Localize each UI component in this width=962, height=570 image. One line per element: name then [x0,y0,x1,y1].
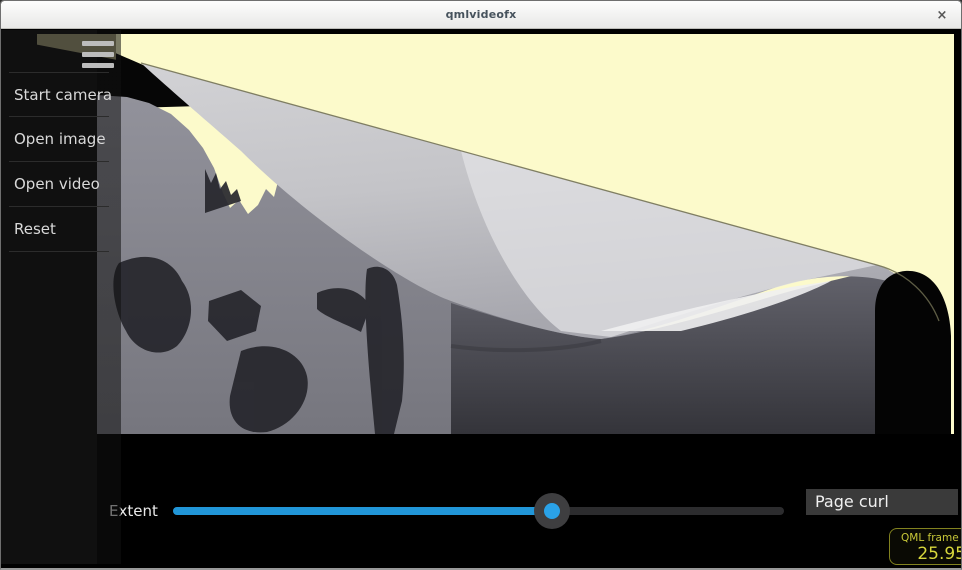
slider-handle-dot [544,503,560,519]
menu-icon-bar [82,52,114,57]
menu-icon-bar [82,63,114,68]
close-icon[interactable]: × [933,6,951,24]
menu-list: Start camera Open image Open video Reset [9,72,109,252]
menu-item-start-camera[interactable]: Start camera [9,72,109,117]
menu-item-label: Reset [9,220,56,238]
extent-slider[interactable] [173,493,784,529]
menu-item-label: Start camera [9,86,112,104]
frame-rate-badge: QML frame r... 25.95 [889,528,962,565]
menu-item-open-image[interactable]: Open image [9,117,109,162]
menu-icon[interactable] [82,41,114,74]
menu-item-open-video[interactable]: Open video [9,162,109,207]
frame-rate-label: QML frame r... [901,532,962,544]
sidebar-menu: Start camera Open image Open video Reset [1,30,121,564]
effect-selector-button[interactable]: Page curl [806,489,958,515]
menu-icon-bar [82,41,114,46]
curl-black-corner [875,271,951,434]
window-title: qmlvideofx [446,8,517,21]
menu-item-label: Open image [9,130,106,148]
frame-rate-value: 25.95 [901,544,962,564]
slider-handle[interactable] [534,493,570,529]
menu-item-label: Open video [9,175,100,193]
video-preview-scene [1,1,962,570]
title-bar: qmlvideofx × [1,1,961,29]
app-window: qmlvideofx × [0,0,962,570]
slider-fill [173,507,552,515]
menu-item-reset[interactable]: Reset [9,207,109,252]
